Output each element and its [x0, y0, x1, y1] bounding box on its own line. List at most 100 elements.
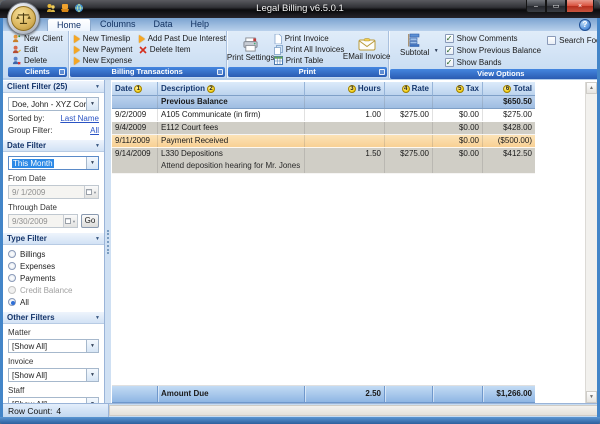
group-launcher-button[interactable]: [217, 69, 223, 75]
vertical-scrollbar[interactable]: ▲ ▼: [585, 82, 597, 403]
client-filter-panel-header[interactable]: Client Filter (25) ▼: [3, 80, 104, 93]
table-row[interactable]: 9/14/2009 L330 DepositionsAttend deposit…: [112, 148, 535, 174]
sort-order-badge: 2: [207, 85, 215, 93]
chevron-down-icon[interactable]: ▼: [95, 84, 100, 90]
other-filters-panel-header[interactable]: Other Filters ▼: [3, 311, 104, 324]
sort-order-badge: 3: [348, 85, 356, 93]
calendar-icon: [65, 218, 71, 224]
cell-hours: 1.50: [305, 148, 385, 173]
subtotal-dropdown-arrow[interactable]: ▼: [434, 48, 439, 54]
chevron-down-icon[interactable]: ▼: [95, 143, 100, 149]
date-filter-panel: This Month From Date 9/ 1/2009 Through D…: [3, 152, 104, 232]
calendar-dropdown-button[interactable]: [63, 215, 77, 227]
print-settings-button[interactable]: Print Settings: [230, 33, 272, 66]
tab-help[interactable]: Help: [182, 18, 219, 31]
cell-date: 9/14/2009: [112, 148, 158, 173]
printer-icon: [242, 37, 259, 52]
minimize-button[interactable]: –: [526, 0, 546, 13]
from-date-input[interactable]: 9/ 1/2009: [8, 185, 99, 199]
group-caption-view-options: View Options: [390, 69, 597, 79]
subtotal-button[interactable]: Subtotal: [397, 33, 433, 57]
ribbon-group-print: Print Settings Print Invoice Print All I…: [227, 31, 389, 78]
new-expense-button[interactable]: New Expense: [72, 55, 135, 66]
column-header-total[interactable]: 6Total: [483, 82, 535, 96]
table-row[interactable]: 9/4/2009 E112 Court fees $0.00 $428.00: [112, 122, 535, 135]
email-invoice-button[interactable]: EMail Invoice: [344, 33, 390, 66]
tab-home[interactable]: Home: [47, 18, 91, 31]
help-button[interactable]: ?: [579, 19, 591, 31]
quick-access-toolbar: [46, 3, 84, 13]
column-header-rate[interactable]: 4Rate: [385, 82, 433, 96]
radio-payments[interactable]: Payments: [8, 273, 99, 283]
delete-item-button[interactable]: Delete Item: [137, 44, 223, 55]
sort-order-badge: 6: [503, 85, 511, 93]
tab-data[interactable]: Data: [145, 18, 182, 31]
radio-expenses[interactable]: Expenses: [8, 261, 99, 271]
client-select[interactable]: Doe, John - XYZ Corporation: [8, 97, 99, 111]
application-menu-button[interactable]: [7, 2, 40, 35]
radio-billings[interactable]: Billings: [8, 249, 99, 259]
horizontal-scrollbar[interactable]: [109, 405, 597, 416]
through-date-label: Through Date: [8, 203, 99, 212]
close-button[interactable]: ×: [566, 0, 594, 13]
cell-tax: $0.00: [433, 122, 483, 134]
cell-total: ($500.00): [483, 135, 535, 147]
sort-order-badge: 1: [134, 85, 142, 93]
previous-balance-band-row[interactable]: Previous Balance $650.50: [112, 96, 535, 109]
column-header-date[interactable]: Date1: [112, 82, 158, 96]
column-header-tax[interactable]: 5Tax: [433, 82, 483, 96]
go-button[interactable]: Go: [81, 214, 99, 228]
through-date-input[interactable]: 9/30/2009: [8, 214, 78, 228]
show-bands-checkbox[interactable]: Show Bands: [445, 57, 542, 68]
group-launcher-button[interactable]: [59, 69, 65, 75]
app-window: Legal Billing v6.5.0.1 – ▭ × Home Column…: [0, 0, 600, 424]
cell-hours: [305, 135, 385, 147]
scroll-down-arrow-icon[interactable]: ▼: [586, 391, 597, 403]
print-invoice-button[interactable]: Print Invoice: [272, 33, 344, 44]
page-icon: [274, 34, 282, 44]
new-client-button[interactable]: New Client: [10, 33, 65, 44]
tab-columns[interactable]: Columns: [91, 18, 145, 31]
group-filter-link[interactable]: All: [90, 126, 99, 135]
cell-total: $275.00: [483, 109, 535, 121]
chevron-down-icon[interactable]: ▼: [95, 315, 100, 321]
scroll-up-arrow-icon[interactable]: ▲: [586, 82, 597, 94]
row-count-status: Row Count: 4: [3, 404, 109, 417]
pages-icon: [274, 45, 283, 55]
show-previous-balance-checkbox[interactable]: Show Previous Balance: [445, 45, 542, 56]
add-past-due-interest-button[interactable]: Add Past Due Interest: [137, 33, 223, 44]
globe-icon[interactable]: [74, 3, 84, 13]
window-frame: Home Columns Data Help ? New Client Edit: [3, 18, 597, 417]
chevron-down-icon[interactable]: ▼: [95, 236, 100, 242]
delete-client-button[interactable]: Delete: [10, 55, 65, 66]
edit-client-button[interactable]: Edit: [10, 44, 65, 55]
checkbox-checked-icon: [445, 34, 454, 43]
table-row-payment-highlighted[interactable]: 9/11/2009 Payment Received $0.00 ($500.0…: [112, 135, 535, 148]
show-comments-checkbox[interactable]: Show Comments: [445, 33, 542, 44]
column-header-hours[interactable]: 3Hours: [305, 82, 385, 96]
sorted-by-link[interactable]: Last Name: [60, 114, 99, 123]
cell-rate: [385, 122, 433, 134]
group-launcher-button[interactable]: [379, 69, 385, 75]
new-timeslip-button[interactable]: New Timeslip: [72, 33, 135, 44]
radio-all[interactable]: All: [8, 297, 99, 307]
date-filter-panel-header[interactable]: Date Filter ▼: [3, 139, 104, 152]
table-row[interactable]: 9/2/2009 A105 Communicate (in firm) 1.00…: [112, 109, 535, 122]
date-range-select[interactable]: This Month: [8, 156, 99, 170]
timeslip-gold-icon[interactable]: [46, 3, 56, 13]
invoice-select[interactable]: [Show All]: [8, 368, 99, 382]
column-header-description[interactable]: Description2: [158, 82, 305, 96]
sorted-by-label: Sorted by:: [8, 114, 44, 123]
new-payment-button[interactable]: New Payment: [72, 44, 135, 55]
matter-select[interactable]: [Show All]: [8, 339, 99, 353]
print-all-invoices-button[interactable]: Print All Invoices: [272, 44, 344, 55]
calendar-dropdown-button[interactable]: [84, 186, 98, 198]
invoice-label: Invoice: [8, 357, 99, 366]
red-x-icon: [139, 46, 147, 54]
type-filter-panel-header[interactable]: Type Filter ▼: [3, 232, 104, 245]
footer-total: $1,266.00: [483, 386, 535, 402]
print-table-button[interactable]: Print Table: [272, 55, 344, 66]
maximize-button[interactable]: ▭: [546, 0, 566, 13]
payment-hand-icon[interactable]: [60, 3, 70, 13]
search-footer-checkbox[interactable]: Search Footer: [547, 35, 597, 46]
